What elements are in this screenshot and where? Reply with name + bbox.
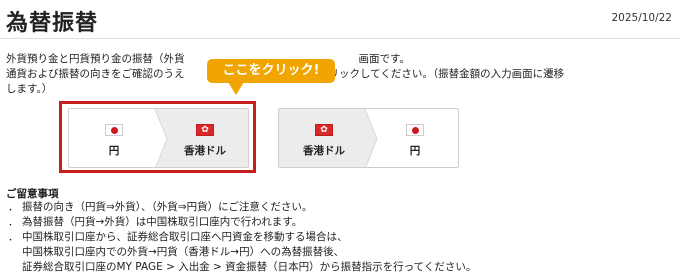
list-item: ． 振替の向き（円貨⇒外貨）、（外貨⇒円貨）にご注意ください。 xyxy=(6,200,674,215)
hong-kong-flag-icon: ✿ xyxy=(315,124,333,136)
description-line-2: 通貨および振替の向きをご確認のうえ タンをクリックしてください。（振替金額の入力画… xyxy=(6,67,674,82)
note-text: 振替の向き（円貨⇒外貨）、（外貨⇒円貨）にご注意ください。 xyxy=(22,201,313,213)
description-line-2-head: 通貨および振替の向きをご確認のうえ xyxy=(6,68,185,80)
note-text: 中国株取引口座から、証券総合取引口座へ円資金を移動する場合は、 xyxy=(22,231,348,243)
notes-list: ． 振替の向き（円貨⇒外貨）、（外貨⇒円貨）にご注意ください。 ． 為替振替（円… xyxy=(6,200,674,275)
click-here-callout: ここをクリック! xyxy=(207,59,335,83)
transfer-button-hkd-to-jpy[interactable]: ✿ 香港ドル 円 xyxy=(278,108,459,168)
page-title: 為替振替 xyxy=(6,11,99,36)
note-text-continued: 証券総合取引口座のMY PAGE > 入出金 > 資金振替（日本円）から振替指示… xyxy=(22,261,477,273)
note-text-continued: 中国株取引口座内での外貨→円貨（香港ドル→円）への為替振替後、 xyxy=(22,246,345,258)
description-line-3: します。） xyxy=(6,83,53,95)
description-line-1-tail: 画面です。 xyxy=(358,53,410,65)
transfer-from: ✿ 香港ドル xyxy=(279,109,369,167)
notes-heading: ご留意事項 xyxy=(6,188,59,200)
description-line-1: 外貨預り金と円貨預り金の振替（外貨 画面です。 xyxy=(6,52,674,67)
description-line-1-head: 外貨預り金と円貨預り金の振替（外貨 xyxy=(6,53,185,65)
japan-flag-icon xyxy=(406,124,424,136)
transfer-to: 円 xyxy=(370,109,458,167)
date-label: 2025/10/22 xyxy=(611,12,672,24)
bullet-mark: ． xyxy=(8,231,19,243)
list-item: ． 為替振替（円貨→外貨）は中国株取引口座内で行われます。 xyxy=(6,215,674,230)
note-text: 為替振替（円貨→外貨）は中国株取引口座内で行われます。 xyxy=(22,216,303,228)
list-item: ． 中国株取引口座から、証券総合取引口座へ円資金を移動する場合は、 中国株取引口… xyxy=(6,230,674,275)
to-currency-label: 円 xyxy=(409,145,421,157)
callout-pointer xyxy=(228,82,244,95)
title-divider xyxy=(0,38,680,39)
highlight-frame xyxy=(59,101,256,173)
bullet-mark: ． xyxy=(8,216,19,228)
description-text: 外貨預り金と円貨預り金の振替（外貨 画面です。 通貨および振替の向きをご確認のうえ… xyxy=(6,52,674,97)
bullet-mark: ． xyxy=(8,201,19,213)
from-currency-label: 香港ドル xyxy=(303,145,345,157)
